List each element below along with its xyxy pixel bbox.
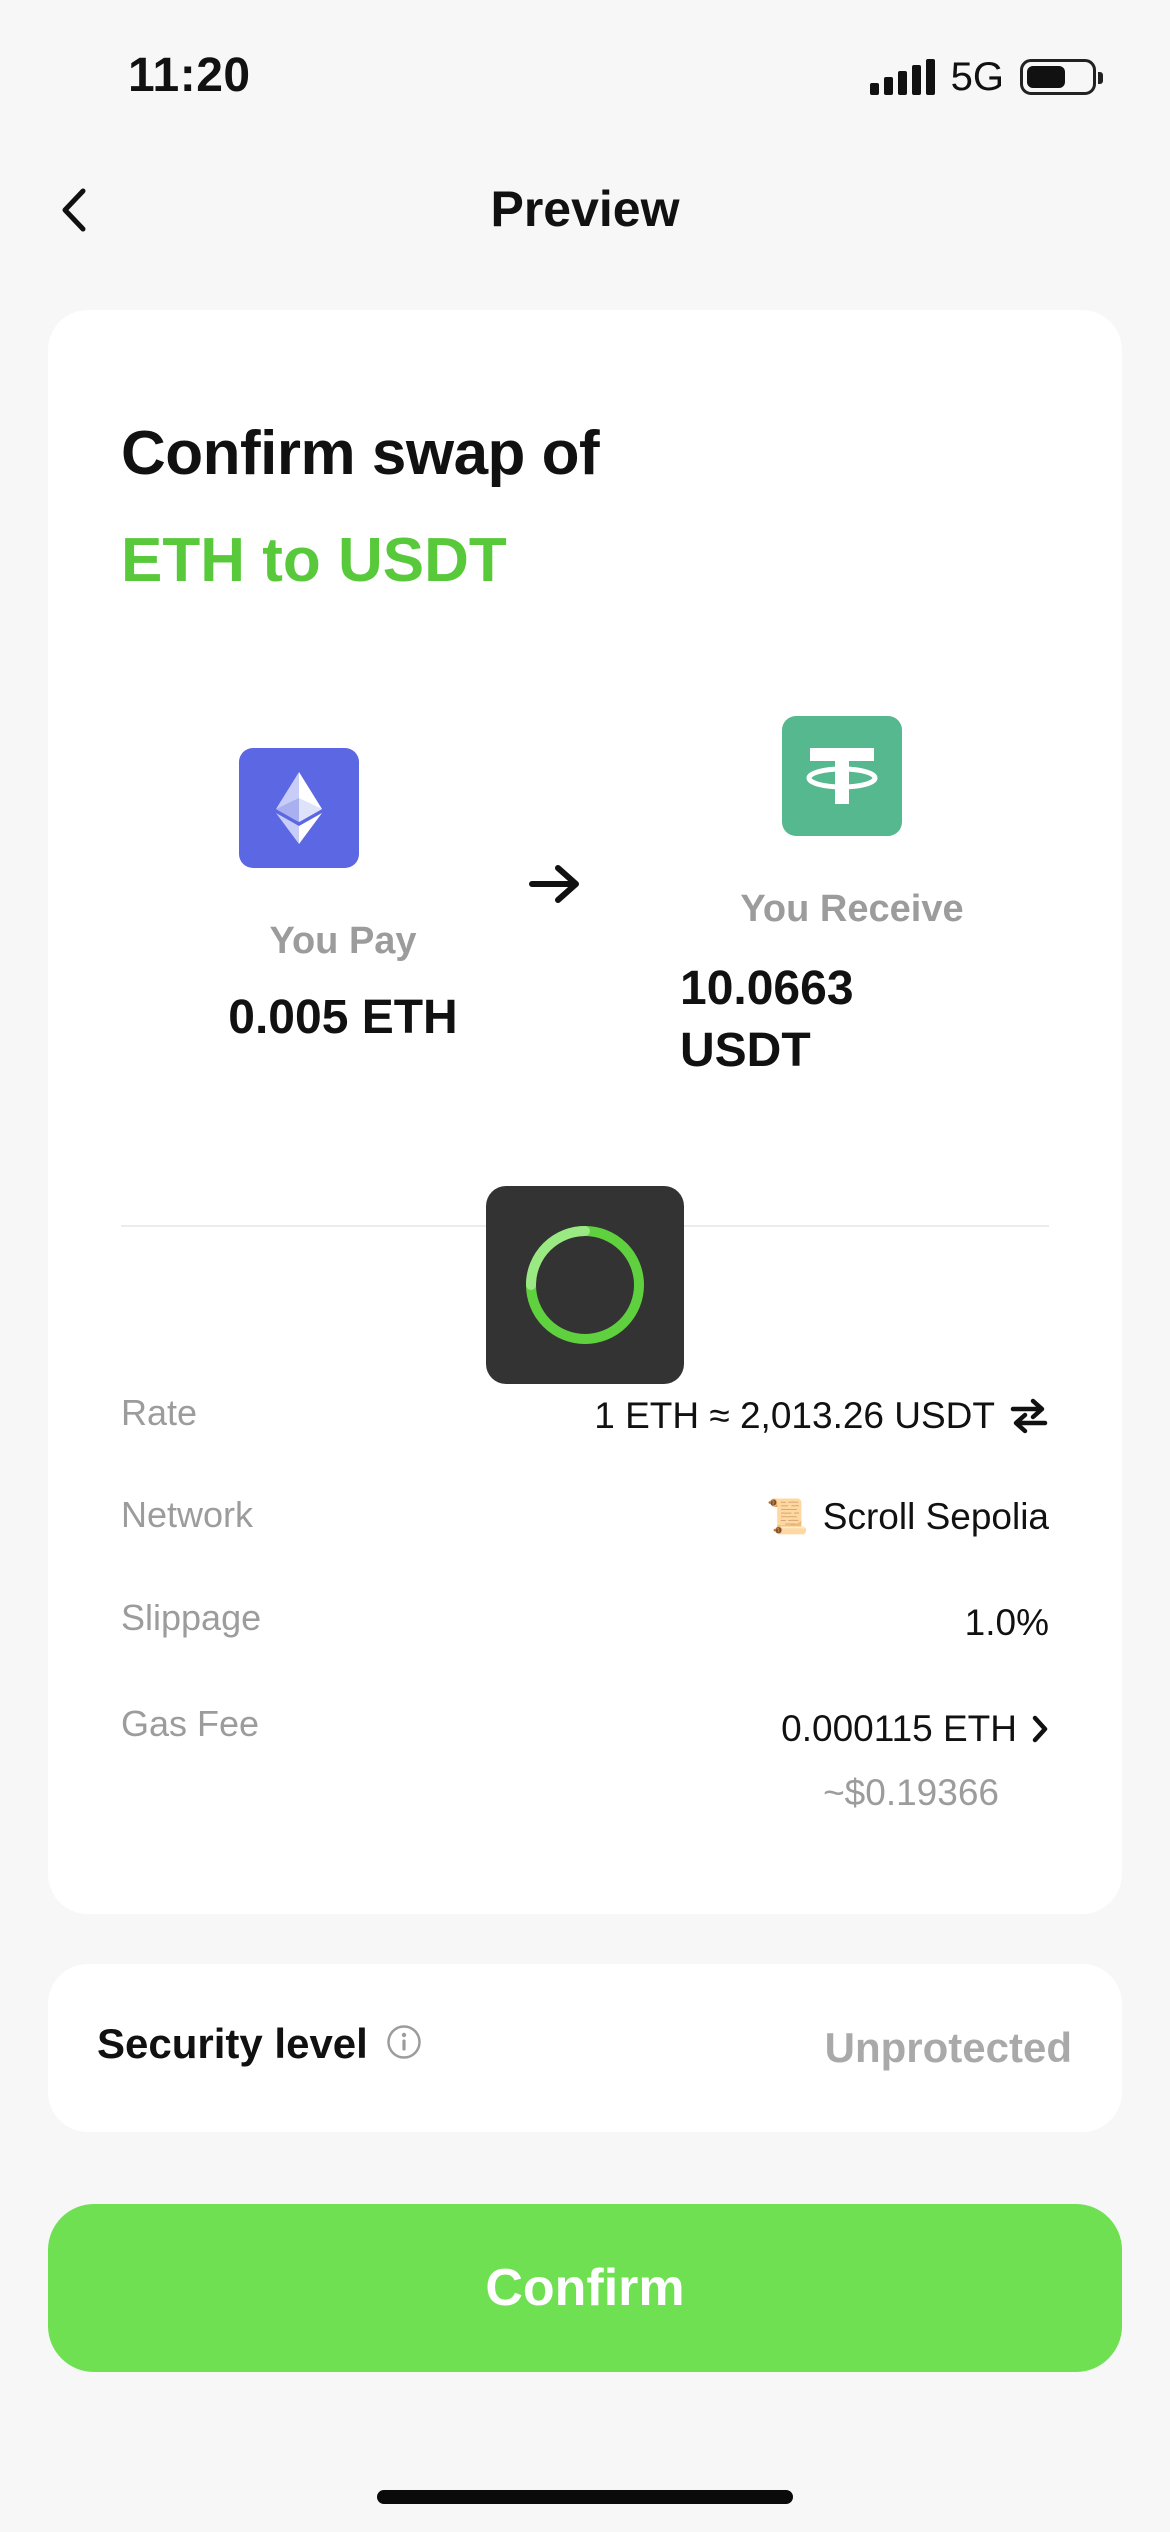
scroll-logo-icon: 📜 (766, 1498, 809, 1536)
battery-icon (1020, 59, 1103, 95)
slippage-value: 1.0% (964, 1602, 1049, 1643)
arrow-right-icon (529, 865, 579, 903)
page-title: Preview (490, 181, 680, 237)
swap-pair: ETH to USDT (121, 526, 507, 595)
status-time: 11:20 (128, 49, 251, 102)
loading-spinner-icon (526, 1226, 644, 1344)
gas-fee-label: Gas Fee (121, 1703, 260, 1744)
info-circle-icon[interactable] (386, 2024, 422, 2060)
receive-amount: 10.0663 USDT (680, 962, 854, 1077)
network-value: Scroll Sepolia (822, 1496, 1049, 1537)
confirm-button[interactable]: Confirm (48, 2204, 1122, 2372)
you-pay-label: You Pay (269, 920, 417, 962)
rate-label: Rate (121, 1392, 198, 1433)
rate-row-value: 1 ETH ≈ 2,013.26 USDT (594, 1395, 1049, 1437)
swap-arrows-icon[interactable] (1009, 1398, 1049, 1434)
gas-fee-button[interactable]: 0.000115 ETH (781, 1708, 1049, 1750)
security-level-card[interactable]: Security level Unprotected (48, 1964, 1122, 2132)
tether-logo-icon (782, 716, 902, 836)
cellular-signal-icon (869, 59, 935, 95)
slippage-label: Slippage (121, 1597, 262, 1638)
pay-amount: 0.005 ETH (228, 991, 458, 1044)
swap-preview-screen: 11:20 5G Preview Confirm swap of ETH to … (0, 0, 1170, 2532)
chevron-right-icon (1032, 1715, 1048, 1743)
security-level-label: Security level (97, 2020, 368, 2067)
rate-value: 1 ETH ≈ 2,013.26 USDT (594, 1395, 995, 1436)
ethereum-logo-icon (239, 748, 359, 868)
home-indicator[interactable] (377, 2490, 793, 2504)
swap-summary-card: Confirm swap of ETH to USDT You Pay 0.00… (48, 310, 1122, 1914)
status-indicators: 5G (869, 52, 1103, 102)
gas-fee-usd: ~$0.19366 (823, 1772, 999, 1813)
gas-fee-value: 0.000115 ETH (781, 1708, 1017, 1749)
loading-overlay (486, 1186, 684, 1384)
battery-level (1027, 66, 1065, 88)
network-type: 5G (950, 54, 1004, 99)
network-label: Network (121, 1494, 254, 1535)
security-level-value: Unprotected (824, 2024, 1072, 2071)
confirm-heading: Confirm swap of (121, 419, 600, 488)
you-receive-label: You Receive (740, 888, 964, 930)
network-row-value: 📜 Scroll Sepolia (766, 1496, 1049, 1538)
